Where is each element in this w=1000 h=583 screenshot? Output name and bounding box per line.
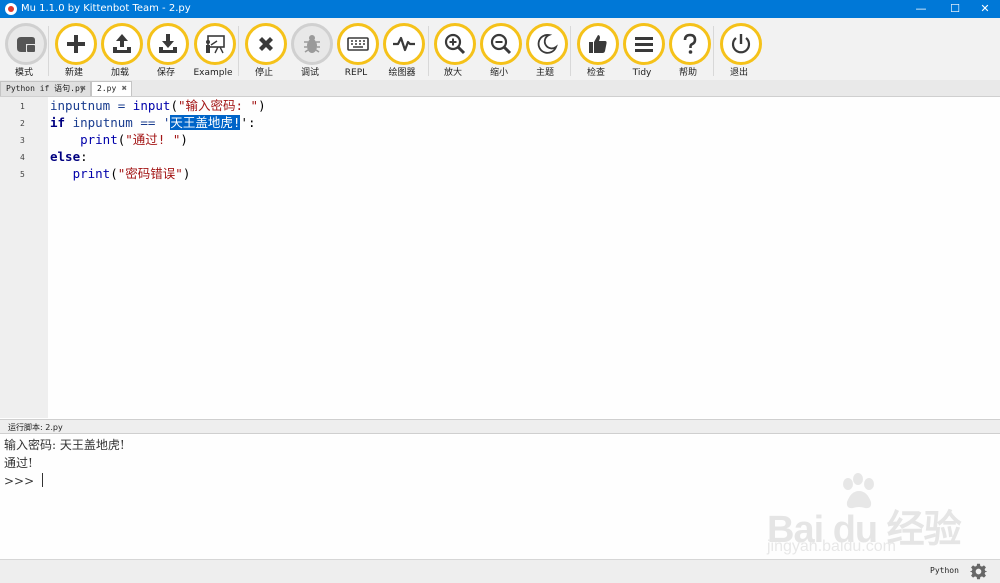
code-line[interactable]: if inputnum == '天王盖地虎!': bbox=[50, 114, 256, 131]
text-cursor bbox=[41, 473, 43, 487]
plus-icon bbox=[67, 35, 85, 53]
minimize-button[interactable]: — bbox=[906, 0, 936, 18]
mode-indicator[interactable]: Python bbox=[930, 566, 959, 575]
presentation-icon bbox=[206, 35, 225, 54]
line-number-gutter: 1 2 3 4 5 bbox=[0, 97, 48, 418]
mu-logo-icon bbox=[5, 3, 17, 15]
toolbar: 模式 新建 加载 保存 Example 停止 调试 REPL 绘图器 放大 缩小… bbox=[0, 18, 1000, 80]
window-title: Mu 1.1.0 by Kittenbot Team - 2.py bbox=[21, 3, 191, 14]
tab-close-icon[interactable]: ✖ bbox=[122, 82, 127, 96]
power-icon bbox=[731, 34, 751, 54]
thumbs-up-icon bbox=[589, 35, 607, 53]
menu-lines-icon bbox=[635, 37, 653, 52]
tab-label: 2.py bbox=[97, 84, 117, 93]
line-number: 1 bbox=[20, 102, 25, 111]
upload-icon bbox=[113, 34, 131, 53]
line-number: 4 bbox=[20, 153, 25, 162]
tab-label: Python if 语句.py bbox=[6, 84, 85, 93]
bug-icon bbox=[304, 35, 320, 53]
selected-text: 天王盖地虎! bbox=[170, 115, 241, 130]
quit-label: 退出 bbox=[729, 68, 748, 78]
output-line: 通过! bbox=[4, 456, 33, 470]
zoom-in-icon bbox=[444, 33, 466, 55]
maximize-button[interactable]: ☐ bbox=[940, 0, 970, 18]
output-line: 输入密码: 天王盖地虎! bbox=[4, 438, 125, 452]
mode-icon bbox=[17, 37, 35, 52]
tab-bar: Python if 语句.py ✖ 2.py ✖ bbox=[0, 80, 1000, 97]
zoom-out-icon bbox=[490, 33, 512, 55]
download-icon bbox=[159, 34, 177, 53]
output-pane[interactable]: 输入密码: 天王盖地虎! 通过! >>> Bai du 经验 jingyan.b… bbox=[0, 435, 1000, 559]
quit-button[interactable]: 退出 bbox=[715, 23, 763, 80]
close-window-button[interactable]: ✕ bbox=[970, 0, 1000, 18]
code-line[interactable]: print("通过! ") bbox=[50, 131, 188, 148]
line-number: 3 bbox=[20, 136, 25, 145]
tab-2py[interactable]: 2.py ✖ bbox=[91, 81, 132, 96]
run-pane-header: 运行脚本: 2.py bbox=[0, 419, 1000, 434]
status-bar: Python bbox=[0, 559, 1000, 583]
code-line[interactable]: print("密码错误") bbox=[50, 165, 191, 182]
question-icon bbox=[683, 33, 697, 54]
keyboard-icon bbox=[347, 37, 369, 51]
pulse-icon bbox=[393, 36, 415, 52]
code-line[interactable]: inputnum = input("输入密码: ") bbox=[50, 97, 266, 114]
moon-icon bbox=[537, 34, 558, 54]
tab-close-icon[interactable]: ✖ bbox=[81, 82, 86, 96]
title-bar: Mu 1.1.0 by Kittenbot Team - 2.py — ☐ ✕ bbox=[0, 0, 1000, 18]
repl-prompt-line[interactable]: >>> bbox=[4, 473, 43, 489]
watermark-url: jingyan.baidu.com bbox=[767, 538, 896, 555]
code-line[interactable]: else: bbox=[50, 148, 88, 165]
gear-icon[interactable] bbox=[970, 563, 987, 580]
code-editor[interactable]: 1 2 3 4 5 inputnum = input("输入密码: ") if … bbox=[0, 97, 1000, 418]
line-number: 5 bbox=[20, 170, 25, 179]
tab-python-if[interactable]: Python if 语句.py ✖ bbox=[0, 81, 91, 96]
baidu-watermark: Bai du 经验 jingyan.baidu.com bbox=[765, 470, 995, 560]
line-number: 2 bbox=[20, 119, 25, 128]
close-icon bbox=[259, 37, 273, 51]
